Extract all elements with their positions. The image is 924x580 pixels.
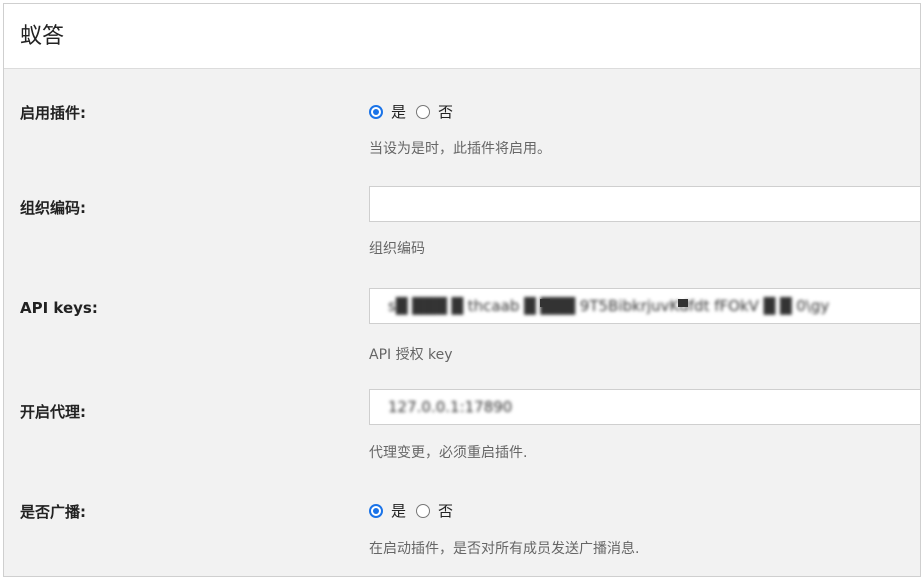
proxy-value: 127.0.0.1:17890 (388, 398, 513, 416)
redaction-mark (678, 299, 688, 307)
enable-plugin-no-radio[interactable] (416, 104, 431, 119)
settings-panel: 蚁答 启用插件: 是 否 当设为是时，此插件将启用。 组织编码: 组织编码 AP… (3, 3, 921, 577)
proxy-description: 代理变更，必须重启插件. (369, 445, 528, 461)
broadcast-description: 在启动插件，是否对所有成员发送广播消息. (369, 541, 640, 557)
api-keys-description: API 授权 key (369, 347, 453, 363)
org-code-input[interactable] (369, 186, 920, 222)
panel-header: 蚁答 (4, 4, 920, 69)
enable-plugin-yes-label[interactable]: 是 (391, 101, 406, 122)
org-code-description: 组织编码 (369, 241, 425, 257)
proxy-label: 开启代理: (20, 403, 86, 421)
enable-plugin-description: 当设为是时，此插件将启用。 (369, 141, 551, 157)
broadcast-radio-group: 是 否 (369, 500, 463, 521)
redaction-mark (540, 299, 550, 307)
proxy-input[interactable]: 127.0.0.1:17890 (369, 389, 920, 425)
org-code-label: 组织编码: (20, 199, 86, 217)
panel-title: 蚁答 (20, 24, 65, 49)
broadcast-no-label[interactable]: 否 (438, 500, 453, 521)
enable-plugin-label: 启用插件: (20, 104, 86, 122)
enable-plugin-no-label[interactable]: 否 (438, 101, 453, 122)
broadcast-yes-label[interactable]: 是 (391, 500, 406, 521)
api-keys-label: API keys: (20, 299, 98, 317)
broadcast-yes-radio[interactable] (369, 503, 383, 518)
api-keys-value: s█ ███ █ thcaab █ ███ 9T5BibkrjuvKdfdt f… (388, 297, 830, 315)
broadcast-label: 是否广播: (20, 503, 86, 521)
enable-plugin-yes-radio[interactable] (369, 104, 383, 119)
api-keys-input[interactable]: s█ ███ █ thcaab █ ███ 9T5BibkrjuvKdfdt f… (369, 288, 920, 324)
enable-plugin-radio-group: 是 否 (369, 101, 463, 122)
broadcast-no-radio[interactable] (416, 503, 431, 518)
